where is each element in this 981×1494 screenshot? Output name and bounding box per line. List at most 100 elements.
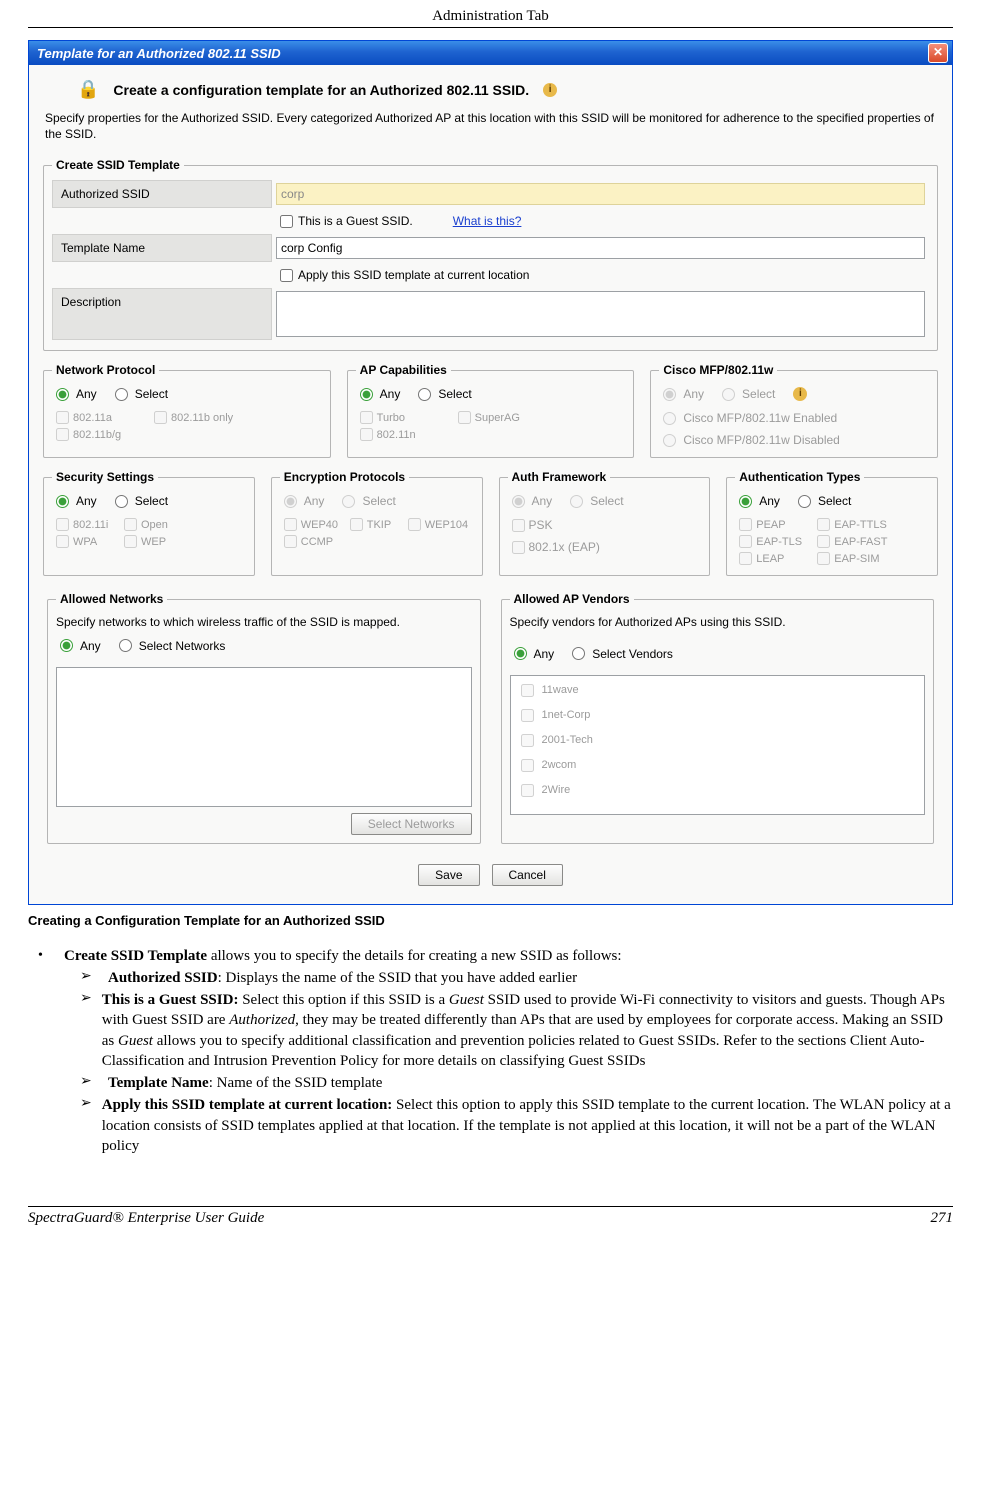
sec-open[interactable]: Open: [124, 518, 174, 531]
at-eaptls[interactable]: EAP-TLS: [739, 535, 809, 548]
create-ssid-legend: Create SSID Template: [52, 158, 184, 172]
guest-ssid-label: This is a Guest SSID.: [298, 214, 413, 228]
sec-select-radio[interactable]: Select: [115, 494, 168, 508]
np-any-radio[interactable]: Any: [56, 387, 97, 401]
description-input[interactable]: [276, 291, 925, 337]
apply-location-checkbox[interactable]: Apply this SSID template at current loca…: [280, 268, 529, 282]
np-80211a[interactable]: 802.11a: [56, 411, 146, 424]
footer-title: SpectraGuard® Enterprise User Guide: [28, 1210, 264, 1227]
sec-any-label: Any: [76, 494, 97, 508]
security-legend: Security Settings: [52, 470, 158, 484]
at-eapsim[interactable]: EAP-SIM: [817, 552, 887, 565]
list-item[interactable]: 1net-Corp: [513, 703, 923, 728]
apply-location-label: Apply this SSID template at current loca…: [298, 268, 529, 282]
doc-text: Authorized SSID: [108, 970, 218, 986]
mfp-enabled-radio: Cisco MFP/802.11w Enabled: [663, 411, 925, 425]
enc-any-radio: Any: [284, 494, 325, 508]
allowed-networks-list[interactable]: [56, 667, 472, 807]
ap-superag[interactable]: SuperAG: [458, 411, 548, 424]
ap-any-radio[interactable]: Any: [360, 387, 401, 401]
allowed-vendors-list[interactable]: 11wave 1net-Corp 2001-Tech 2wcom 2Wire: [510, 675, 926, 815]
authorized-ssid-input[interactable]: [276, 183, 925, 205]
list-item[interactable]: 2001-Tech: [513, 728, 923, 753]
ap-capabilities-legend: AP Capabilities: [356, 363, 451, 377]
what-is-this-link[interactable]: What is this?: [453, 214, 522, 228]
vendor-label: 2wcom: [542, 759, 577, 771]
opt-label: WPA: [73, 536, 97, 548]
opt-label: 802.11b only: [171, 412, 233, 424]
auth-framework-legend: Auth Framework: [508, 470, 611, 484]
cancel-button[interactable]: Cancel: [492, 864, 563, 886]
allowed-vendors-legend: Allowed AP Vendors: [510, 592, 634, 606]
at-any-label: Any: [759, 494, 780, 508]
at-eapttls[interactable]: EAP-TTLS: [817, 518, 887, 531]
an-select-radio[interactable]: Select Networks: [119, 639, 226, 653]
af-any-radio: Any: [512, 494, 553, 508]
vendor-label: 2Wire: [542, 784, 571, 796]
vendor-label: 11wave: [542, 684, 579, 696]
doc-text: Authorized: [229, 1012, 295, 1028]
av-select-radio[interactable]: Select Vendors: [572, 647, 673, 661]
enc-tkip: TKIP: [350, 518, 400, 531]
an-select-label: Select Networks: [139, 639, 226, 653]
auth-framework-fieldset: Auth Framework Any Select PSK 802.1x (EA…: [499, 470, 711, 576]
save-button[interactable]: Save: [418, 864, 479, 886]
encryption-fieldset: Encryption Protocols Any Select WEP40 TK…: [271, 470, 483, 576]
np-80211b-only[interactable]: 802.11b only: [154, 411, 244, 424]
allowed-networks-fieldset: Allowed Networks Specify networks to whi…: [47, 592, 481, 843]
ap-capabilities-fieldset: AP Capabilities Any Select Turbo SuperAG…: [347, 363, 635, 458]
close-icon[interactable]: ✕: [928, 43, 948, 63]
info-icon[interactable]: i: [793, 387, 807, 401]
at-peap[interactable]: PEAP: [739, 518, 809, 531]
guest-ssid-checkbox[interactable]: This is a Guest SSID.: [280, 214, 413, 228]
opt-label: EAP-TTLS: [834, 519, 887, 531]
sec-80211i[interactable]: 802.11i: [56, 518, 116, 531]
template-name-input[interactable]: [276, 237, 925, 259]
network-protocol-legend: Network Protocol: [52, 363, 159, 377]
np-80211bg[interactable]: 802.11b/g: [56, 428, 146, 441]
an-any-radio[interactable]: Any: [60, 639, 101, 653]
at-leap[interactable]: LEAP: [739, 552, 809, 565]
np-select-radio[interactable]: Select: [115, 387, 168, 401]
av-any-label: Any: [534, 647, 555, 661]
opt-label: EAP-TLS: [756, 536, 802, 548]
dialog-heading: Create a configuration template for an A…: [113, 82, 529, 98]
page-footer: SpectraGuard® Enterprise User Guide 271: [28, 1206, 953, 1227]
at-eapfast[interactable]: EAP-FAST: [817, 535, 887, 548]
arrow-icon: ➢: [80, 1073, 98, 1093]
at-select-radio[interactable]: Select: [798, 494, 851, 508]
list-item[interactable]: 2wcom: [513, 753, 923, 778]
sec-wpa[interactable]: WPA: [56, 535, 116, 548]
info-icon[interactable]: i: [543, 83, 557, 97]
opt-label: Cisco MFP/802.11w Disabled: [683, 433, 840, 447]
sec-any-radio[interactable]: Any: [56, 494, 97, 508]
doc-text: : Displays the name of the SSID that you…: [218, 970, 577, 986]
ap-select-radio[interactable]: Select: [418, 387, 471, 401]
doc-text: : Name of the SSID template: [209, 1075, 383, 1091]
mfp-select-label: Select: [742, 387, 775, 401]
allowed-networks-text: Specify networks to which wireless traff…: [56, 614, 472, 630]
window-title: Template for an Authorized 802.11 SSID: [37, 46, 281, 61]
opt-label: 802.11i: [73, 519, 108, 531]
doc-text: Create SSID Template: [64, 948, 207, 964]
select-networks-button: Select Networks: [351, 813, 472, 835]
figure-caption: Creating a Configuration Template for an…: [28, 913, 953, 928]
list-item[interactable]: 2Wire: [513, 778, 923, 803]
opt-label: WEP104: [425, 519, 468, 531]
doc-text: allows you to specify additional classif…: [102, 1033, 925, 1069]
opt-label: SuperAG: [475, 412, 520, 424]
ap-turbo[interactable]: Turbo: [360, 411, 450, 424]
dialog-description: Specify properties for the Authorized SS…: [39, 106, 942, 152]
at-any-radio[interactable]: Any: [739, 494, 780, 508]
enc-wep104: WEP104: [408, 518, 468, 531]
authorized-ssid-label: Authorized SSID: [52, 180, 272, 208]
dialog-window: Template for an Authorized 802.11 SSID ✕…: [28, 40, 953, 905]
ap-80211n[interactable]: 802.11n: [360, 428, 450, 441]
av-any-radio[interactable]: Any: [514, 647, 555, 661]
doc-text: allows you to specify the details for cr…: [207, 948, 622, 964]
list-item[interactable]: 11wave: [513, 678, 923, 703]
cisco-mfp-fieldset: Cisco MFP/802.11w Any Select i Cisco MFP…: [650, 363, 938, 458]
opt-label: WEP: [141, 536, 166, 548]
opt-label: CCMP: [301, 536, 333, 548]
sec-wep[interactable]: WEP: [124, 535, 174, 548]
